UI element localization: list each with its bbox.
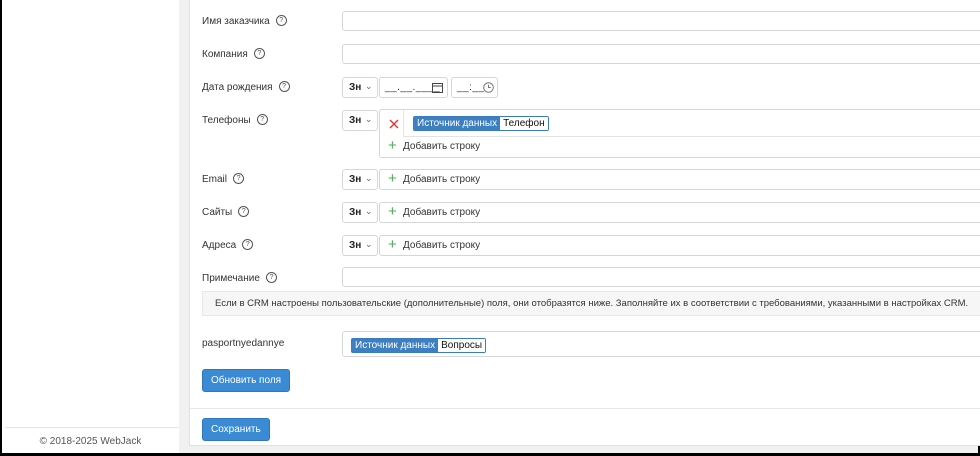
- company-input[interactable]: [342, 44, 980, 64]
- custom-field-input[interactable]: Источник данных Вопросы: [342, 331, 980, 357]
- phones-add-row-button[interactable]: + Добавить строку: [380, 138, 680, 157]
- birth-date-input[interactable]: __.__.____: [379, 77, 448, 98]
- chevron-down-icon: ⌄: [365, 239, 373, 249]
- addresses-label: Адреса?: [202, 239, 254, 251]
- custom-field-label: pasportnyedannye: [202, 338, 285, 349]
- sites-label: Сайты?: [202, 206, 250, 218]
- phones-label: Телефоны?: [202, 114, 268, 126]
- phones-lang-select[interactable]: Зн ⌄: [342, 110, 378, 131]
- email-label: Email?: [202, 173, 245, 185]
- addresses-add-row-button[interactable]: + Добавить строку: [379, 235, 980, 256]
- birth-date-label: Дата рождения?: [202, 81, 290, 93]
- sites-lang-select[interactable]: Зн ⌄: [342, 202, 378, 223]
- plus-icon: +: [388, 170, 397, 187]
- plus-icon: +: [388, 137, 397, 154]
- company-label: Компания?: [202, 48, 265, 60]
- chevron-down-icon: ⌄: [365, 206, 373, 216]
- birth-time-input[interactable]: __:__: [451, 77, 498, 98]
- help-icon[interactable]: ?: [242, 239, 254, 250]
- main-content: Имя заказчика? Компания? Дата рождения? …: [179, 0, 980, 453]
- help-icon[interactable]: ?: [256, 114, 268, 125]
- data-source-tag[interactable]: Источник данных Телефон: [413, 116, 549, 131]
- note-label: Примечание?: [202, 272, 277, 284]
- form-panel: Имя заказчика? Компания? Дата рождения? …: [189, 0, 980, 446]
- chevron-down-icon: ⌄: [365, 173, 373, 183]
- custom-fields-notice: Если в CRM настроены пользовательские (д…: [202, 291, 980, 316]
- data-source-tag[interactable]: Источник данных Вопросы: [351, 338, 487, 353]
- sidebar-divider: [5, 427, 179, 428]
- close-icon[interactable]: [389, 119, 399, 129]
- form-divider: [190, 408, 980, 409]
- phone-source-field[interactable]: Источник данных Телефон: [403, 110, 980, 137]
- phones-list: Источник данных Телефон + Добавить строку: [379, 109, 980, 158]
- copyright: © 2018-2025 WebJack: [39, 436, 142, 447]
- help-icon[interactable]: ?: [275, 15, 287, 26]
- customer-name-input[interactable]: [342, 11, 980, 31]
- help-icon[interactable]: ?: [253, 48, 265, 59]
- email-lang-select[interactable]: Зн ⌄: [342, 169, 378, 190]
- chevron-down-icon: ⌄: [365, 81, 373, 91]
- plus-icon: +: [388, 203, 397, 220]
- email-add-row-button[interactable]: + Добавить строку: [379, 169, 980, 190]
- customer-name-label: Имя заказчика?: [202, 15, 287, 27]
- help-icon[interactable]: ?: [265, 272, 277, 283]
- help-icon[interactable]: ?: [278, 81, 290, 92]
- calendar-icon[interactable]: [432, 82, 443, 93]
- refresh-fields-button[interactable]: Обновить поля: [202, 369, 291, 392]
- sidebar: © 2018-2025 WebJack: [2, 0, 179, 453]
- plus-icon: +: [388, 236, 397, 253]
- help-icon[interactable]: ?: [238, 206, 250, 217]
- chevron-down-icon: ⌄: [365, 114, 373, 124]
- save-button[interactable]: Сохранить: [202, 418, 270, 441]
- clock-icon[interactable]: [483, 82, 494, 93]
- birth-date-lang-select[interactable]: Зн ⌄: [342, 77, 378, 98]
- addresses-lang-select[interactable]: Зн ⌄: [342, 235, 378, 256]
- note-input[interactable]: [342, 267, 980, 287]
- sites-add-row-button[interactable]: + Добавить строку: [379, 202, 980, 223]
- help-icon[interactable]: ?: [233, 173, 245, 184]
- phones-row: Источник данных Телефон: [380, 110, 980, 137]
